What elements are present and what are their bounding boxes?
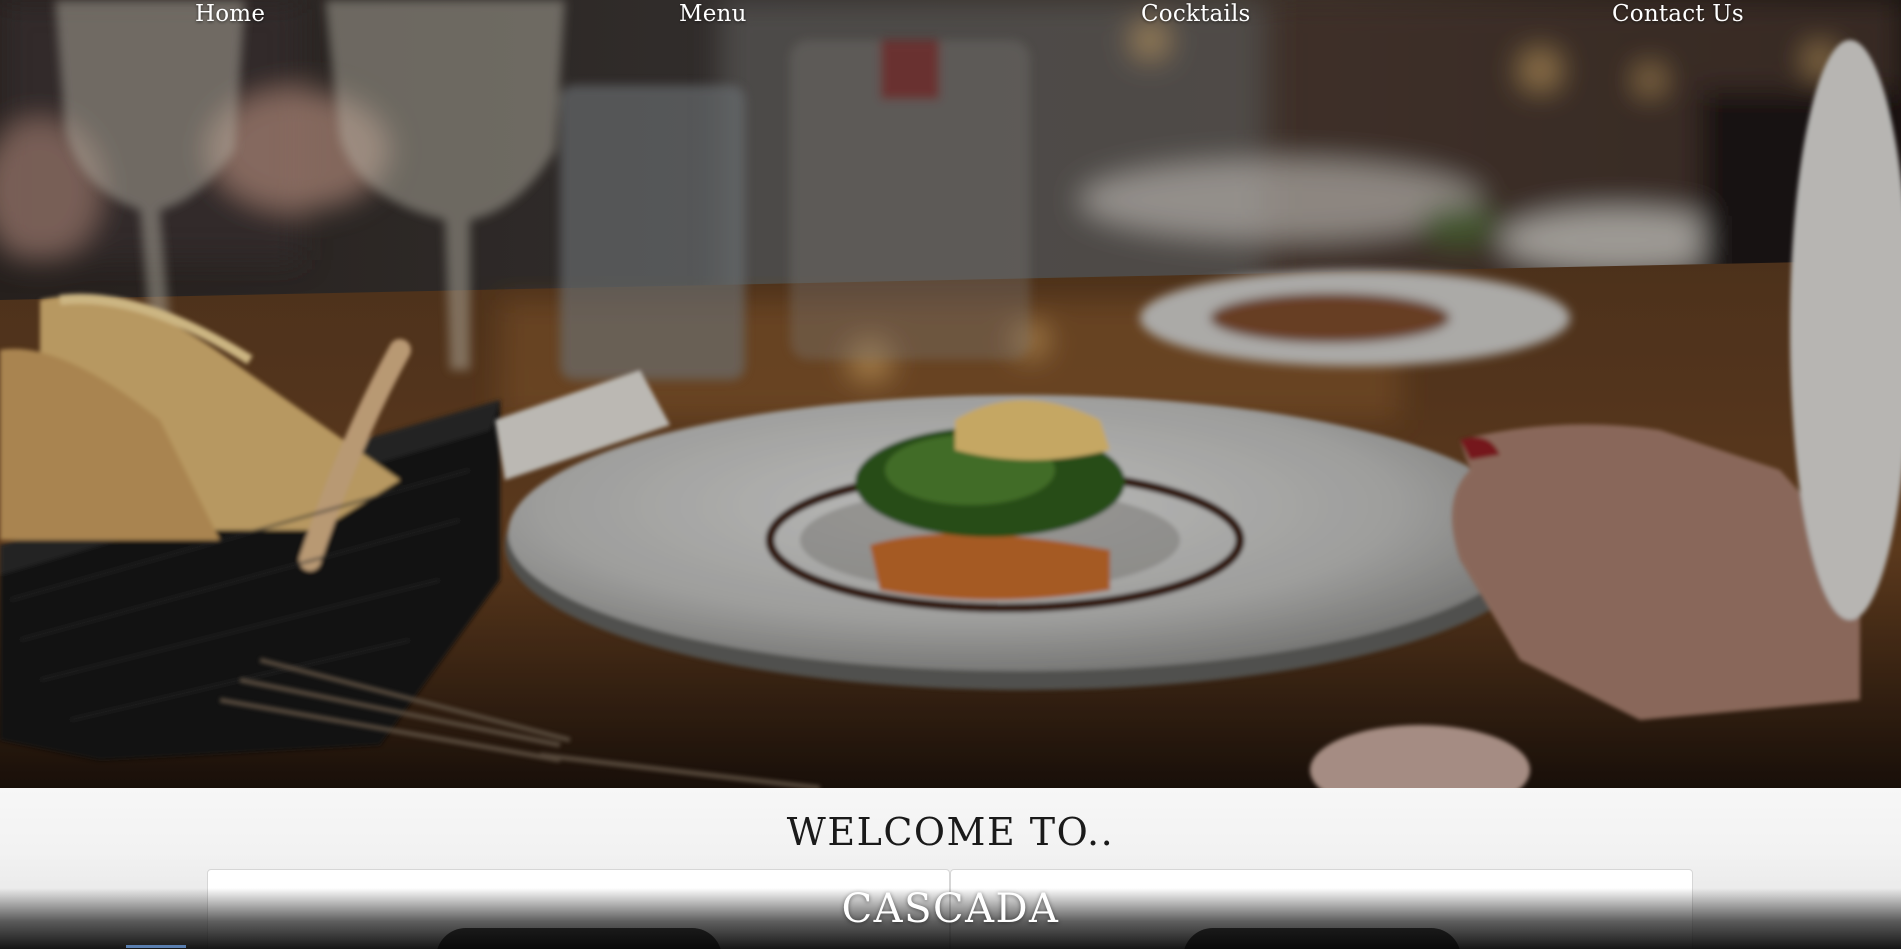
nav-home-link[interactable]: Home [195,1,265,27]
accent-line [126,945,186,948]
nav-contact-link[interactable]: Contact Us [1612,1,1744,27]
nav-menu-link[interactable]: Menu [679,1,747,27]
welcome-heading: WELCOME TO.. [786,810,1115,854]
nav-cocktails-link[interactable]: Cocktails [1141,1,1251,27]
main-nav: Home Menu Cocktails Contact Us [0,0,1901,34]
brand-name: CASCADA [841,886,1060,932]
hero-banner: Home Menu Cocktails Contact Us [0,0,1901,788]
hero-photo [0,0,1901,788]
welcome-section: WELCOME TO.. CASCADA [0,788,1901,949]
